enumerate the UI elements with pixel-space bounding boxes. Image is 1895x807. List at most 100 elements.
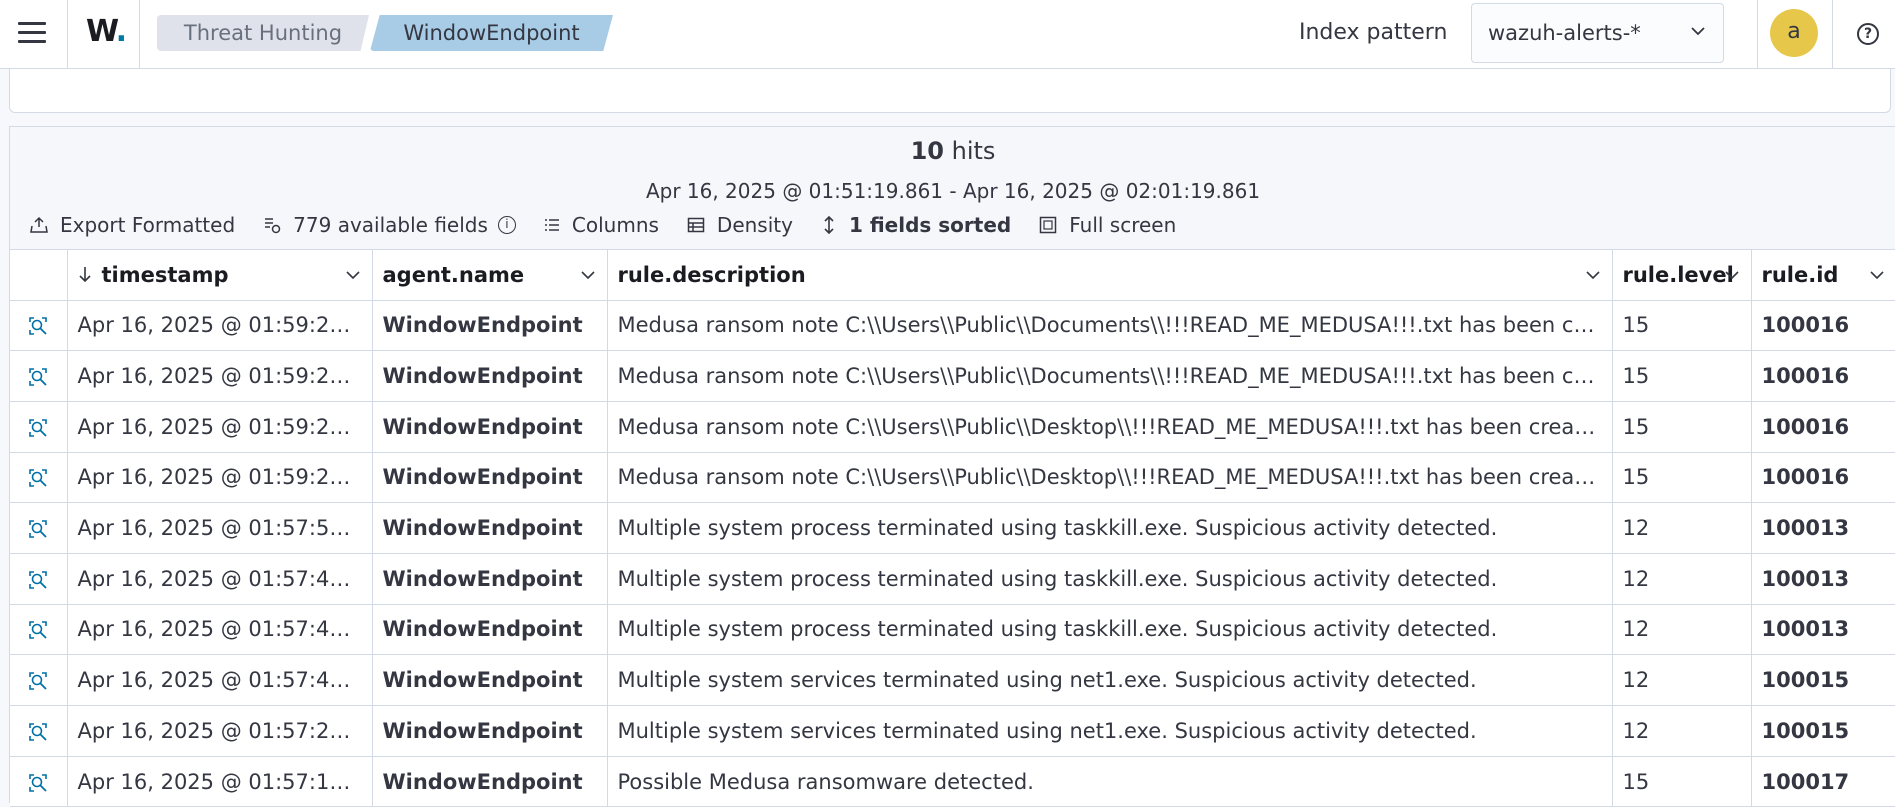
chevron-down-icon[interactable] — [1724, 268, 1739, 282]
full-screen-button[interactable]: Full screen — [1039, 213, 1176, 237]
rule-id-cell[interactable]: 100016 — [1751, 350, 1895, 402]
row-expand-cell — [10, 452, 68, 504]
menu-icon[interactable] — [18, 22, 46, 46]
agent-name-cell[interactable]: WindowEndpoint — [372, 705, 608, 757]
column-label: rule.level — [1622, 262, 1734, 287]
available-fields-label: 779 available fields — [293, 213, 488, 237]
rule-level-cell: 12 — [1612, 553, 1752, 605]
agent-name-cell[interactable]: WindowEndpoint — [372, 756, 608, 807]
inspect-icon[interactable] — [27, 518, 49, 540]
density-icon — [687, 217, 705, 233]
user-avatar[interactable]: a — [1770, 9, 1818, 57]
rule-id-cell[interactable]: 100016 — [1751, 300, 1895, 352]
inspect-icon[interactable] — [27, 467, 49, 489]
export-icon — [30, 216, 48, 233]
chevron-down-icon[interactable] — [1585, 268, 1600, 282]
row-expand-cell — [10, 604, 68, 656]
hits-summary: 10 hits — [10, 137, 1895, 165]
fields-icon — [265, 218, 281, 234]
breadcrumb-window-endpoint[interactable]: WindowEndpoint — [370, 15, 613, 51]
sort-icon — [824, 216, 834, 234]
index-pattern-value: wazuh-alerts-* — [1488, 21, 1641, 45]
rule-level-cell: 15 — [1612, 401, 1752, 453]
rule-level-cell: 15 — [1612, 350, 1752, 402]
agent-name-cell[interactable]: WindowEndpoint — [372, 654, 608, 706]
inspect-icon[interactable] — [27, 721, 49, 743]
inspect-icon[interactable] — [27, 315, 49, 337]
index-pattern-select[interactable]: wazuh-alerts-* — [1471, 3, 1724, 63]
row-expand-cell — [10, 553, 68, 605]
rule-description-cell: Multiple system services terminated usin… — [607, 654, 1613, 706]
breadcrumb-threat-hunting[interactable]: Threat Hunting — [157, 15, 369, 51]
rule-level-cell: 12 — [1612, 654, 1752, 706]
export-formatted-button[interactable]: Export Formatted — [30, 213, 235, 237]
rule-description-cell: Multiple system process terminated using… — [607, 502, 1613, 554]
rule-id-cell[interactable]: 100016 — [1751, 401, 1895, 453]
row-expand-cell — [10, 350, 68, 402]
table-row: Apr 16, 2025 @ 01:57:40.014 WindowEndpoi… — [10, 654, 1895, 706]
table-row: Apr 16, 2025 @ 01:59:28.442 WindowEndpoi… — [10, 300, 1895, 352]
chevron-down-icon[interactable] — [1869, 268, 1884, 282]
rule-id-cell[interactable]: 100016 — [1751, 452, 1895, 504]
rule-description-cell: Multiple system process terminated using… — [607, 604, 1613, 656]
rule-id-cell[interactable]: 100015 — [1751, 654, 1895, 706]
sorted-label: 1 fields sorted — [848, 213, 1012, 237]
timestamp-cell: Apr 16, 2025 @ 01:59:28.412 — [67, 401, 373, 453]
rule-description-cell: Medusa ransom note C:\\Users\\Public\\Do… — [607, 350, 1613, 402]
available-fields-button[interactable]: 779 available fields i — [263, 213, 516, 237]
agent-name-cell[interactable]: WindowEndpoint — [372, 604, 608, 656]
column-header-expand — [10, 250, 68, 301]
agent-name-cell[interactable]: WindowEndpoint — [372, 452, 608, 504]
top-header: W. Threat Hunting WindowEndpoint Index p… — [0, 0, 1895, 69]
column-header-agent-name[interactable]: agent.name — [372, 250, 608, 301]
row-expand-cell — [10, 654, 68, 706]
chevron-down-icon[interactable] — [580, 268, 595, 282]
rule-id-cell[interactable]: 100013 — [1751, 502, 1895, 554]
columns-button[interactable]: Columns — [544, 213, 659, 237]
chevron-down-icon — [1691, 27, 1705, 36]
query-panel — [9, 69, 1891, 113]
agent-name-cell[interactable]: WindowEndpoint — [372, 300, 608, 352]
rule-description-cell: Multiple system process terminated using… — [607, 553, 1613, 605]
inspect-icon[interactable] — [27, 366, 49, 388]
column-header-rule-description[interactable]: rule.description — [607, 250, 1613, 301]
app-logo[interactable]: W. — [86, 14, 127, 49]
column-label: rule.description — [617, 262, 806, 287]
column-header-rule-level[interactable]: rule.level — [1612, 250, 1752, 301]
info-icon[interactable]: i — [497, 216, 516, 234]
density-button[interactable]: Density — [687, 213, 793, 237]
table-row: Apr 16, 2025 @ 01:57:48.739 WindowEndpoi… — [10, 553, 1895, 605]
column-header-timestamp[interactable]: timestamp — [67, 250, 373, 301]
inspect-icon[interactable] — [27, 569, 49, 591]
inspect-icon[interactable] — [27, 417, 49, 439]
inspect-icon[interactable] — [27, 772, 49, 794]
help-icon[interactable]: ? — [1857, 23, 1879, 45]
agent-name-cell[interactable]: WindowEndpoint — [372, 502, 608, 554]
rule-id-cell[interactable]: 100015 — [1751, 705, 1895, 757]
rule-description-cell: Medusa ransom note C:\\Users\\Public\\De… — [607, 401, 1613, 453]
chevron-down-icon[interactable] — [345, 268, 360, 282]
row-expand-cell — [10, 705, 68, 757]
agent-name-cell[interactable]: WindowEndpoint — [372, 553, 608, 605]
table-row: Apr 16, 2025 @ 01:59:28.412 WindowEndpoi… — [10, 401, 1895, 453]
inspect-icon[interactable] — [27, 670, 49, 692]
inspect-icon[interactable] — [27, 619, 49, 641]
table-row: Apr 16, 2025 @ 01:57:46.016 WindowEndpoi… — [10, 604, 1895, 656]
rule-id-cell[interactable]: 100013 — [1751, 604, 1895, 656]
table-row: Apr 16, 2025 @ 01:59:28.439 WindowEndpoi… — [10, 350, 1895, 402]
table-header-row: timestamp agent.name rule.description ru… — [10, 250, 1895, 301]
hits-count: 10 — [910, 137, 944, 165]
rule-level-cell: 15 — [1612, 756, 1752, 807]
agent-name-cell[interactable]: WindowEndpoint — [372, 401, 608, 453]
column-header-rule-id[interactable]: rule.id — [1751, 250, 1895, 301]
columns-label: Columns — [571, 213, 659, 237]
rule-id-cell[interactable]: 100017 — [1751, 756, 1895, 807]
sort-fields-button[interactable]: 1 fields sorted — [821, 213, 1011, 237]
rule-id-cell[interactable]: 100013 — [1751, 553, 1895, 605]
rule-description-cell: Multiple system services terminated usin… — [607, 705, 1613, 757]
row-expand-cell — [10, 401, 68, 453]
header-divider — [139, 0, 140, 69]
rule-level-cell: 12 — [1612, 604, 1752, 656]
time-range: Apr 16, 2025 @ 01:51:19.861 - Apr 16, 20… — [645, 179, 1261, 203]
agent-name-cell[interactable]: WindowEndpoint — [372, 350, 608, 402]
